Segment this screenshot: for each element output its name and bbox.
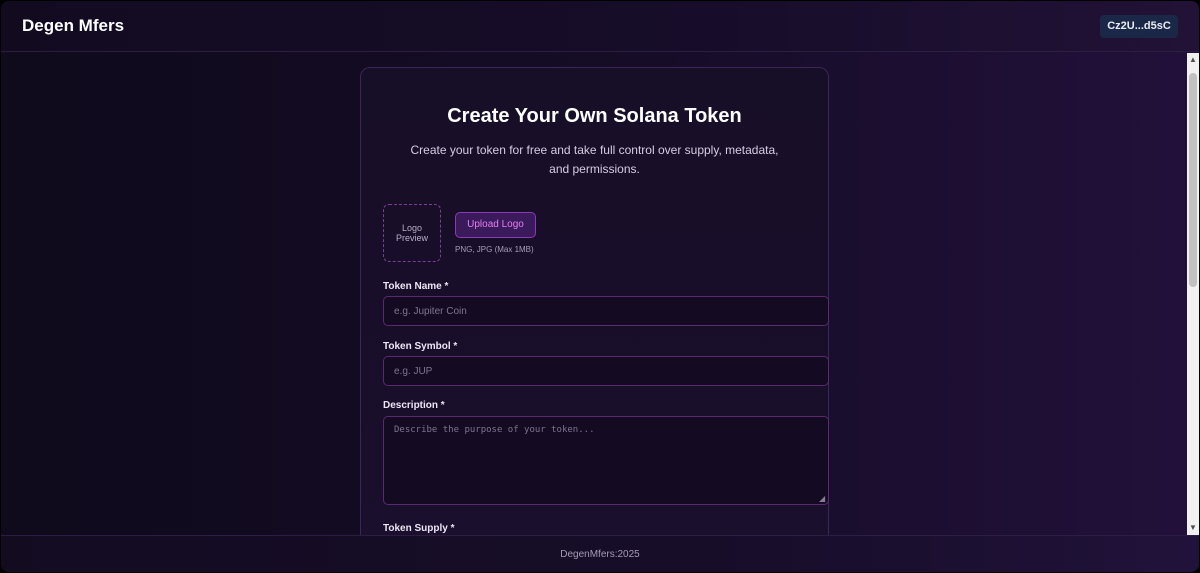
upload-hint: PNG, JPG (Max 1MB) [455, 245, 534, 254]
logo-preview: Logo Preview [383, 204, 441, 262]
description-textarea[interactable] [383, 416, 829, 505]
scroll-up-icon[interactable]: ▲ [1187, 53, 1199, 67]
token-name-label: Token Name * [383, 281, 449, 292]
create-token-card: Create Your Own Solana Token Create your… [360, 67, 829, 535]
page-footer: DegenMfers:2025 [1, 535, 1199, 572]
logo-preview-text: Logo Preview [395, 223, 428, 243]
app-window: Degen Mfers Cz2U...d5sC Create Your Own … [1, 1, 1199, 572]
page-scrollbar[interactable]: ▲ ▼ [1187, 53, 1199, 535]
token-symbol-label: Token Symbol * [383, 341, 458, 352]
token-symbol-input[interactable] [383, 356, 829, 386]
token-name-input[interactable] [383, 296, 829, 326]
main-content: Create Your Own Solana Token Create your… [1, 53, 1187, 535]
resize-grip-icon[interactable]: ◢ [819, 495, 827, 503]
upload-logo-button[interactable]: Upload Logo [455, 212, 536, 238]
scroll-thumb[interactable] [1189, 73, 1197, 287]
top-header: Degen Mfers Cz2U...d5sC [1, 1, 1199, 52]
page-title: Create Your Own Solana Token [447, 105, 742, 127]
token-supply-label: Token Supply * [383, 523, 455, 534]
page-subtitle: Create your token for free and take full… [410, 143, 779, 176]
description-label: Description * [383, 400, 445, 411]
brand-title: Degen Mfers [22, 16, 125, 35]
wallet-address-button[interactable]: Cz2U...d5sC [1100, 15, 1178, 38]
scroll-down-icon[interactable]: ▼ [1187, 521, 1199, 535]
